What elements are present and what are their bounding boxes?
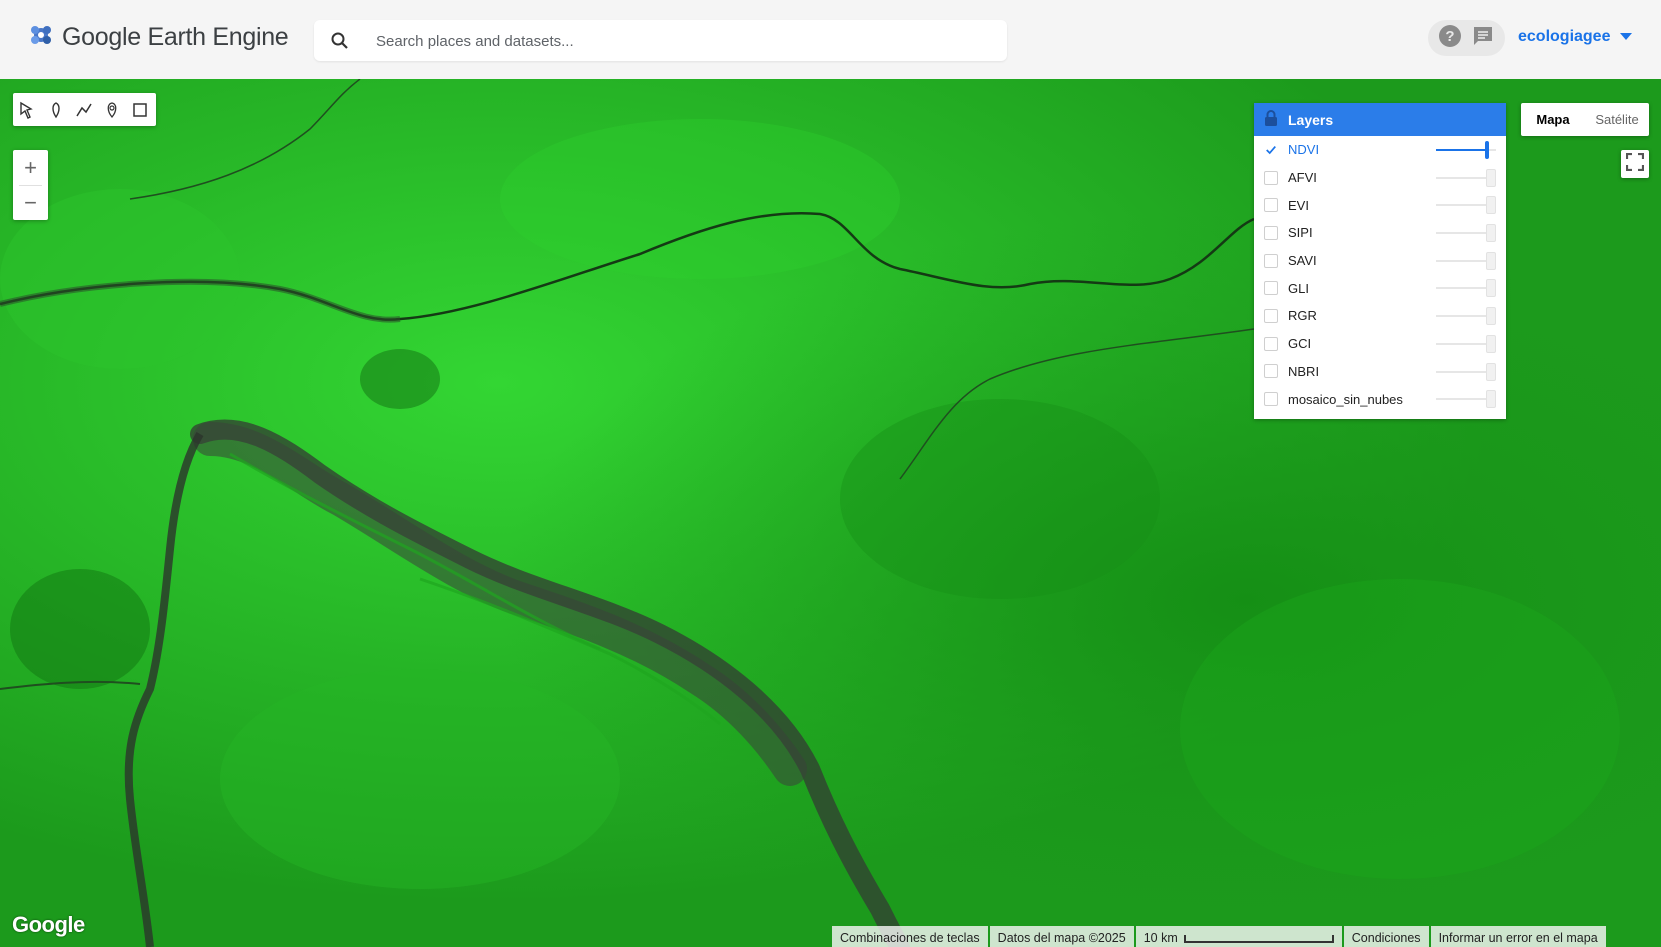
layer-list: NDVI AFVI EVI SIPI SAVI GLI RGR GCI NBRI mosaico_… (1254, 136, 1506, 413)
help-icon[interactable]: ? (1438, 24, 1462, 53)
layer-checkbox[interactable] (1264, 364, 1278, 379)
layer-name: NBRI (1288, 363, 1320, 379)
scale-bar (1183, 935, 1334, 943)
check-icon (1266, 145, 1276, 155)
layer-row[interactable]: GLI (1254, 274, 1506, 302)
map-footer: Combinaciones de teclas Datos del mapa ©… (830, 926, 1606, 947)
draw-rectangle-icon[interactable] (131, 101, 149, 119)
layer-row[interactable]: mosaico_sin_nubes (1254, 385, 1506, 413)
feedback-icon[interactable] (1471, 24, 1495, 53)
slider-thumb[interactable] (1486, 251, 1496, 270)
zoom-control: + − (13, 150, 48, 220)
draw-polygon-icon[interactable] (103, 101, 121, 119)
layer-opacity-slider[interactable] (1436, 141, 1496, 159)
layer-checkbox[interactable] (1264, 308, 1278, 323)
account-name: ecologiagee (1518, 28, 1611, 45)
google-logo: Google (12, 912, 85, 937)
slider-thumb[interactable] (1486, 390, 1496, 409)
search-icon (330, 31, 350, 56)
zoom-out-button[interactable]: − (13, 185, 48, 220)
layer-opacity-slider[interactable] (1436, 390, 1496, 409)
search-input[interactable] (374, 20, 978, 63)
help-feedback-group: ? (1428, 20, 1505, 56)
zoom-in-button[interactable]: + (13, 150, 48, 185)
drawing-tools (13, 93, 156, 126)
pan-tool-icon[interactable] (19, 101, 37, 119)
layer-checkbox[interactable] (1264, 225, 1278, 240)
slider-thumb[interactable] (1485, 141, 1489, 159)
layer-name: GCI (1288, 336, 1312, 352)
map-type-satellite[interactable]: Satélite (1585, 112, 1649, 127)
layer-name: NDVI (1288, 142, 1320, 158)
layer-name: RGR (1288, 308, 1317, 324)
layer-checkbox[interactable] (1264, 281, 1278, 296)
map-canvas[interactable]: + − Layers NDVI AFVI EVI SIPI SAVI GLI RGR GCI N… (0, 79, 1661, 947)
layers-title: Layers (1288, 111, 1334, 128)
layer-name: GLI (1288, 280, 1309, 296)
layer-opacity-slider[interactable] (1436, 334, 1496, 353)
layer-name: SIPI (1288, 225, 1313, 241)
scale-label: 10 km (1143, 931, 1178, 945)
app-title: Google Earth Engine (62, 23, 289, 51)
layer-opacity-slider[interactable] (1436, 196, 1496, 215)
slider-fill (1436, 149, 1487, 151)
earth-engine-logo-icon (28, 22, 54, 53)
layer-row[interactable]: SAVI (1254, 247, 1506, 275)
layer-row[interactable]: RGR (1254, 302, 1506, 330)
layer-opacity-slider[interactable] (1436, 168, 1496, 187)
layer-checkbox[interactable] (1264, 170, 1278, 185)
layer-checkbox[interactable] (1264, 336, 1278, 351)
layer-opacity-slider[interactable] (1436, 279, 1496, 298)
slider-thumb[interactable] (1486, 362, 1496, 381)
draw-marker-icon[interactable] (47, 101, 65, 119)
draw-line-icon[interactable] (75, 101, 93, 119)
dropdown-arrow-icon (1620, 28, 1633, 46)
layers-header[interactable]: Layers (1254, 103, 1506, 136)
slider-thumb[interactable] (1486, 334, 1496, 353)
layer-row[interactable]: NBRI (1254, 358, 1506, 386)
layer-row[interactable]: SIPI (1254, 219, 1506, 247)
layer-checkbox[interactable] (1264, 143, 1278, 157)
zoom-divider (19, 185, 42, 186)
top-bar: Google Earth Engine ? ecolo (0, 0, 1661, 79)
layer-opacity-slider[interactable] (1436, 307, 1496, 326)
layer-checkbox[interactable] (1264, 392, 1278, 407)
layer-opacity-slider[interactable] (1436, 362, 1496, 381)
slider-thumb[interactable] (1486, 307, 1496, 326)
slider-thumb[interactable] (1486, 168, 1496, 187)
svg-text:?: ? (1446, 28, 1455, 45)
layer-opacity-slider[interactable] (1436, 251, 1496, 270)
layer-row[interactable]: EVI (1254, 191, 1506, 219)
slider-thumb[interactable] (1486, 196, 1496, 215)
slider-thumb[interactable] (1486, 224, 1496, 243)
map-type-map[interactable]: Mapa (1521, 112, 1585, 127)
map-data-attribution[interactable]: Datos del mapa ©2025 (989, 926, 1134, 947)
layer-row[interactable]: GCI (1254, 330, 1506, 358)
search-box[interactable] (314, 20, 1007, 63)
slider-thumb[interactable] (1486, 279, 1496, 298)
app-logo[interactable]: Google Earth Engine (28, 22, 289, 53)
layer-name: SAVI (1288, 253, 1317, 269)
layer-name: AFVI (1288, 170, 1317, 186)
layer-row[interactable]: AFVI (1254, 164, 1506, 192)
keyboard-shortcuts-link[interactable]: Combinaciones de teclas (832, 926, 988, 947)
layer-checkbox[interactable] (1264, 253, 1278, 268)
layers-panel: Layers NDVI AFVI EVI SIPI SAVI GLI RGR GCI NBRI m… (1254, 103, 1506, 419)
layer-name: EVI (1288, 197, 1309, 213)
layer-opacity-slider[interactable] (1436, 224, 1496, 243)
scale-control[interactable]: 10 km (1135, 926, 1342, 947)
report-error-link[interactable]: Informar un error en el mapa (1430, 926, 1606, 947)
fullscreen-button[interactable] (1621, 150, 1649, 178)
fullscreen-icon (1625, 152, 1645, 176)
layer-checkbox[interactable] (1264, 198, 1278, 213)
layer-row[interactable]: NDVI (1254, 136, 1506, 164)
lock-icon[interactable] (1264, 110, 1278, 129)
layer-name: mosaico_sin_nubes (1288, 391, 1403, 407)
terms-link[interactable]: Condiciones (1343, 926, 1429, 947)
account-menu[interactable]: ecologiagee (1518, 28, 1633, 46)
map-type-control: Mapa Satélite (1521, 103, 1649, 136)
